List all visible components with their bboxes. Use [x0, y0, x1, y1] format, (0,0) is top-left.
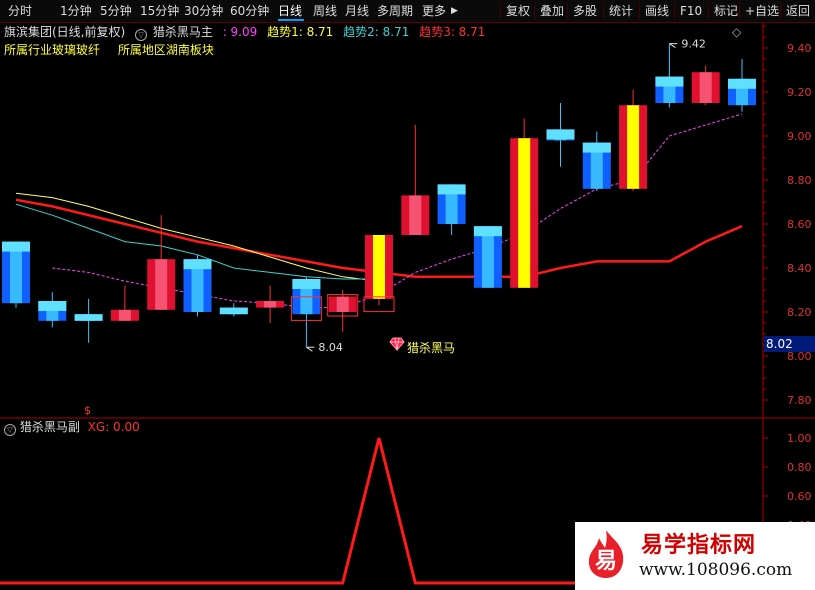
- price-tick-label: 8.40: [787, 262, 812, 275]
- more-arrow-icon[interactable]: ▶: [451, 3, 458, 19]
- indicator-value: : 9.09: [222, 25, 258, 39]
- toolbar-action-2[interactable]: 多股: [573, 3, 597, 19]
- toolbar: 分时 1分钟 5分钟 15分钟 30分钟 60分钟 日线 周线 月线 多周期 更多 ▶ 复权 叠加 多股 统计…: [0, 0, 815, 23]
- indicator-name[interactable]: 猎杀黑马主: [153, 25, 213, 39]
- period-tab-10[interactable]: 更多: [422, 3, 446, 19]
- watermark-title: 易学指标网: [641, 533, 757, 558]
- toolbar-separator: [739, 2, 740, 20]
- toolbar-separator: [500, 2, 501, 20]
- watermark: 易 易学指标网 www.108096.com: [575, 522, 815, 590]
- current-price-tag: 8.02: [764, 336, 815, 352]
- period-tab-7[interactable]: 周线: [313, 3, 337, 19]
- period-tab-8[interactable]: 月线: [345, 3, 369, 19]
- period-tab-1[interactable]: 1分钟: [60, 3, 92, 19]
- period-tab-2[interactable]: 5分钟: [100, 3, 132, 19]
- period-tab-3[interactable]: 15分钟: [140, 3, 179, 19]
- period-tab-5[interactable]: 60分钟: [230, 3, 269, 19]
- candle[interactable]: [473, 226, 502, 288]
- logo-char: 易: [595, 549, 617, 574]
- flame-logo-icon: 易: [588, 530, 624, 578]
- toolbar-action-4[interactable]: 画线: [645, 3, 669, 19]
- toolbar-separator: [534, 2, 535, 20]
- toolbar-separator: [567, 2, 568, 20]
- xg-value: XG: 0.00: [87, 420, 140, 434]
- toolbar-separator: [639, 2, 640, 20]
- price-tick-label: 9.00: [787, 130, 812, 143]
- price-tick-label: 9.40: [787, 42, 812, 55]
- sub-tick-label: 0.80: [787, 461, 812, 474]
- active-tab-indicator: [278, 19, 304, 21]
- trend1-value: 趋势1: 8.71: [267, 25, 334, 39]
- chevron-down-icon[interactable]: ▽: [4, 424, 16, 436]
- candle[interactable]: [183, 254, 212, 317]
- candle[interactable]: [510, 118, 539, 288]
- candle[interactable]: [2, 241, 30, 308]
- toolbar-action-6[interactable]: 标记: [714, 3, 738, 19]
- toolbar-action-3[interactable]: 统计: [609, 3, 633, 19]
- chart-canvas[interactable]: 0.000.200.400.600.801.00 7.808.008.208.4…: [0, 0, 815, 590]
- sub-indicator-name[interactable]: 猎杀黑马副: [20, 420, 80, 434]
- stock-title[interactable]: 旗滨集团(日线,前复权): [4, 25, 125, 39]
- toolbar-separator: [708, 2, 709, 20]
- region-label: 所属地区湖南板块: [117, 43, 214, 57]
- period-tab-4[interactable]: 30分钟: [184, 3, 223, 19]
- price-tick-label: 8.20: [787, 306, 812, 319]
- chart-frame: [0, 22, 815, 590]
- toolbar-separator: [674, 2, 675, 20]
- diamond-icon[interactable]: ◇: [732, 24, 741, 40]
- period-tab-6[interactable]: 日线: [278, 3, 302, 19]
- toolbar-separator: [780, 2, 781, 20]
- chevron-down-icon[interactable]: ▽: [135, 29, 148, 41]
- toolbar-action-7[interactable]: +自选: [745, 3, 779, 19]
- toolbar-action-8[interactable]: 返回: [786, 3, 810, 19]
- sub-tick-label: 1.00: [787, 432, 812, 445]
- price-tick-label: 9.20: [787, 86, 812, 99]
- signal-label: 猎杀黑马: [407, 340, 455, 355]
- candle[interactable]: [365, 235, 393, 306]
- price-tick-label: 7.80: [787, 394, 812, 407]
- period-tab-9[interactable]: 多周期: [377, 3, 413, 19]
- trend3-value: 趋势3: 8.71: [419, 25, 486, 39]
- price-tick-label: 8.60: [787, 218, 812, 231]
- sector-info: 所属行业玻璃玻纤 所属地区湖南板块: [4, 42, 214, 58]
- watermark-url: www.108096.com: [639, 560, 793, 580]
- toolbar-action-5[interactable]: F10: [680, 3, 702, 19]
- period-tab-0[interactable]: 分时: [8, 3, 32, 19]
- main-indicator-info: 旗滨集团(日线,前复权) ▽ 猎杀黑马主 : 9.09 趋势1: 8.71 趋势…: [0, 24, 760, 41]
- sub-indicator-info: ▽ 猎杀黑马副 XG: 0.00: [0, 419, 140, 436]
- dollar-marker: $: [84, 404, 91, 417]
- sub-tick-label: 0.60: [787, 490, 812, 503]
- trend2-value: 趋势2: 8.71: [343, 25, 410, 39]
- industry-label: 所属行业玻璃玻纤: [4, 43, 101, 57]
- toolbar-action-0[interactable]: 复权: [506, 3, 530, 19]
- low-price-label: 8.04: [318, 341, 343, 354]
- toolbar-separator: [603, 2, 604, 20]
- toolbar-action-1[interactable]: 叠加: [540, 3, 564, 19]
- price-tick-label: 8.80: [787, 174, 812, 187]
